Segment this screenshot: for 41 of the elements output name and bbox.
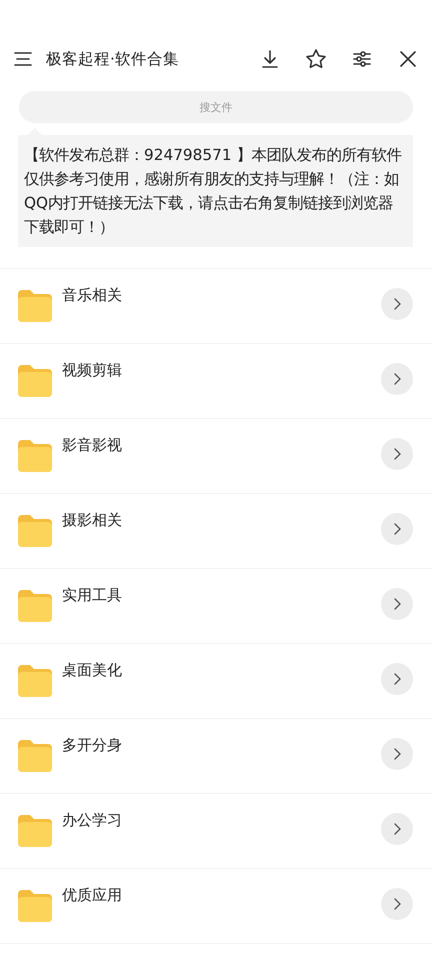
folder-name[interactable]: 桌面美化: [62, 661, 381, 680]
folder-icon: [18, 814, 52, 847]
chevron-icon: [392, 822, 402, 836]
chevron-icon: [392, 747, 402, 761]
chevron-icon: [392, 672, 402, 686]
folder-name[interactable]: 视频剪辑: [62, 361, 381, 380]
chevron-icon: [392, 597, 402, 611]
folder-icon: [18, 514, 52, 547]
open-button[interactable]: [381, 888, 413, 920]
folder-icon: [18, 289, 52, 322]
open-button[interactable]: [381, 438, 413, 470]
folder-icon: [18, 739, 52, 772]
folder-name[interactable]: 优质应用: [62, 886, 381, 905]
folder-icon: [18, 664, 52, 697]
folder-name[interactable]: 摄影相关: [62, 511, 381, 530]
chevron-icon: [392, 297, 402, 311]
open-button[interactable]: [381, 588, 413, 620]
open-button[interactable]: [381, 813, 413, 845]
folder-icon: [18, 439, 52, 472]
open-button[interactable]: [381, 663, 413, 695]
chevron-icon: [392, 522, 402, 536]
menu-icon[interactable]: [14, 52, 32, 66]
chevron-icon: [392, 372, 402, 386]
folder-name[interactable]: 办公学习: [62, 811, 381, 830]
folder-name[interactable]: 实用工具: [62, 586, 381, 605]
page-title: 极客起程·软件合集: [46, 48, 180, 70]
open-button[interactable]: [381, 513, 413, 545]
folder-icon: [18, 364, 52, 397]
notice-text: 【软件发布总群：924798571 】本团队发布的所有软件仅供参考习使用，感谢所有朋友的支持与理解！（注：如QQ内打开链接无法下载，请点击右角复制链接到浏览器下载即可！）: [18, 135, 413, 247]
folder-icon: [18, 889, 52, 922]
chevron-icon: [392, 447, 402, 461]
folder-name[interactable]: 影音影视: [62, 436, 381, 455]
star-button[interactable]: [304, 47, 328, 71]
open-button[interactable]: [381, 363, 413, 395]
open-button[interactable]: [381, 288, 413, 320]
open-button[interactable]: [381, 738, 413, 770]
chevron-icon: [392, 897, 402, 911]
folder-icon: [18, 589, 52, 622]
folder-name[interactable]: 音乐相关: [62, 286, 381, 305]
search-field[interactable]: 搜文件: [19, 91, 413, 123]
folder-name[interactable]: 多开分身: [62, 736, 381, 755]
